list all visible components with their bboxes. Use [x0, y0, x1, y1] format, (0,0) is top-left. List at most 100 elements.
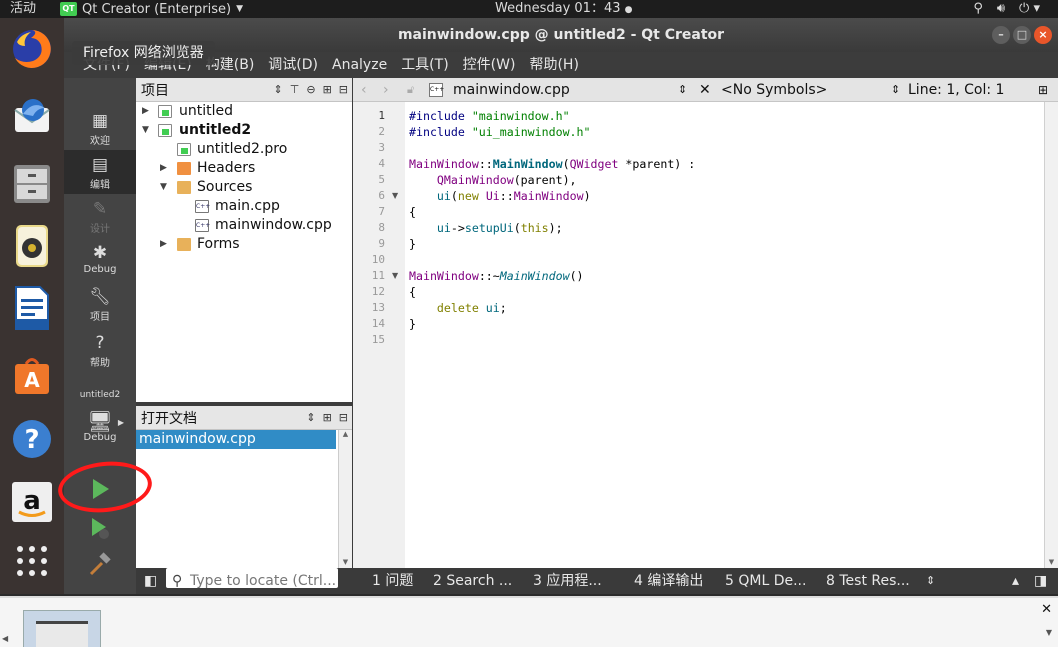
maximize-button[interactable]: □ [1013, 26, 1031, 44]
scroll-down-icon[interactable]: ▼ [1046, 628, 1052, 637]
mode-welcome[interactable]: ▦ 欢迎 [64, 106, 136, 150]
back-arrow-icon[interactable]: ‹ [361, 78, 367, 102]
clock[interactable]: Wednesday 01：43 ● [495, 0, 632, 19]
dock: A ? a [0, 18, 64, 594]
toggle-output-icon[interactable]: ◨ [1034, 568, 1047, 594]
app-grid-icon[interactable] [9, 538, 55, 584]
help-icon[interactable]: ? [9, 416, 55, 462]
debug-run-icon [92, 518, 109, 539]
split-icon[interactable]: ⊞ [323, 78, 332, 102]
tree-item-pro-file[interactable]: untitled2.pro [136, 140, 352, 159]
tree-item-sources[interactable]: ▼ Sources [136, 178, 352, 197]
mode-projects[interactable]: 🔧︎ 项目 [64, 282, 136, 326]
top-panel: 活动 QT Qt Creator (Enterprise) ▼ Wednesda… [0, 0, 1058, 18]
mode-debug[interactable]: ✱ Debug [64, 238, 136, 282]
fold-marker-icon[interactable]: ▼ [392, 188, 398, 204]
fold-marker-icon[interactable]: ▼ [392, 268, 398, 284]
amazon-icon[interactable]: a [9, 479, 55, 525]
build-button[interactable] [64, 552, 136, 586]
writer-icon[interactable] [9, 285, 55, 331]
code-line: } [409, 237, 416, 251]
close-panel-icon[interactable]: ⊟ [339, 78, 348, 102]
compile-output-tab[interactable]: 4 编译输出 [634, 568, 703, 594]
headers-folder-icon [177, 162, 191, 175]
menu-help[interactable]: 帮助(H) [522, 52, 585, 78]
toggle-sidebar-icon[interactable]: ◧ [144, 568, 157, 594]
minimize-button[interactable]: – [992, 26, 1010, 44]
issues-tab[interactable]: 1 问题 [372, 568, 413, 594]
system-tray[interactable]: ⚲ 🔊︎ ⏻ ▾ [973, 0, 1040, 18]
editor-toolbar: ‹ › 🔓︎ C++ mainwindow.cpp ⇕ ✕ <No Symbol… [353, 78, 1058, 102]
updown-icon[interactable]: ⇕ [274, 78, 283, 102]
updown-icon[interactable]: ⇕ [306, 406, 315, 430]
kit-selector[interactable]: 🖥︎ Debug ▶ [64, 406, 136, 452]
menu-analyze[interactable]: Analyze [325, 52, 394, 78]
expand-arrow-icon[interactable]: ▶ [160, 235, 170, 254]
tree-item-forms[interactable]: ▶ Forms [136, 235, 352, 254]
firefox-icon[interactable] [9, 26, 55, 72]
editor-scrollbar[interactable]: ▼ [1044, 102, 1058, 568]
project-panel-header: 项目 ⇕ ⊤ ⊖ ⊞ ⊟ [136, 78, 352, 102]
application-output-tab[interactable]: 3 应用程... [533, 568, 602, 594]
collapse-arrow-icon[interactable]: ▼ [142, 121, 152, 140]
project-panel-title[interactable]: 项目 [141, 80, 169, 100]
editor-filename[interactable]: mainwindow.cpp [453, 78, 570, 102]
window-thumbnail[interactable] [23, 610, 101, 647]
updown-icon[interactable]: ⇕ [926, 568, 935, 594]
forward-arrow-icon[interactable]: › [383, 78, 389, 102]
tree-item-untitled2[interactable]: ▼ untitled2 [136, 121, 352, 140]
cpp-file-icon: C++ [195, 219, 210, 232]
tree-item-main-cpp[interactable]: C++ main.cpp [136, 197, 352, 216]
expand-arrow-icon[interactable]: ▶ [142, 102, 152, 121]
thunderbird-icon[interactable] [9, 94, 55, 140]
tree-item-untitled[interactable]: ▶ untitled [136, 102, 352, 121]
open-documents-title[interactable]: 打开文档 [141, 408, 197, 428]
rhythmbox-icon[interactable] [9, 223, 55, 269]
tree-item-headers[interactable]: ▶ Headers [136, 159, 352, 178]
split-icon[interactable]: ⊞ [323, 406, 332, 430]
link-icon[interactable]: ⊖ [306, 78, 315, 102]
tree-item-mainwindow-cpp[interactable]: C++ mainwindow.cpp [136, 216, 352, 235]
app-menu[interactable]: QT Qt Creator (Enterprise) ▼ [60, 0, 243, 18]
updown-icon[interactable]: ⇕ [678, 78, 687, 102]
cpp-file-icon: C++ [429, 83, 444, 97]
qt-creator-window: mainwindow.cpp @ untitled2 - Qt Creator … [64, 18, 1058, 594]
menu-widgets[interactable]: 控件(W) [456, 52, 523, 78]
search-results-tab[interactable]: 2 Search ... [433, 568, 512, 594]
scroll-left-icon[interactable]: ◀ [2, 634, 8, 643]
expand-arrow-icon[interactable]: ▶ [160, 159, 170, 178]
code-line: } [409, 317, 416, 331]
collapse-arrow-icon[interactable]: ▼ [160, 178, 170, 197]
debug-run-button[interactable] [64, 516, 136, 550]
mode-design[interactable]: ✎ 设计 [64, 194, 136, 238]
code-line: QMainWindow(parent), [436, 173, 577, 187]
open-document-item[interactable]: mainwindow.cpp [136, 430, 336, 449]
close-icon[interactable]: ✕ [1041, 602, 1052, 617]
code-editor[interactable]: 1 2 3 4 5 6 7 8 9 10 11 12 13 14 15 ▼ ▼ … [353, 102, 1058, 568]
qml-debugger-tab[interactable]: 5 QML De... [725, 568, 806, 594]
mode-edit[interactable]: ▤ 编辑 [64, 150, 136, 194]
dock-tooltip: Firefox 网络浏览器 [72, 41, 215, 65]
test-results-tab[interactable]: 8 Test Res... [826, 568, 910, 594]
split-editor-icon[interactable]: ⊞ [1038, 78, 1048, 102]
locator-input[interactable]: ⚲ Type to locate (Ctrl... [166, 568, 338, 589]
activities-button[interactable]: 活动 [10, 0, 36, 18]
maximize-output-icon[interactable]: ▴ [1012, 568, 1019, 594]
close-button[interactable]: × [1034, 26, 1052, 44]
code-line: ui->setupUi(this); [436, 221, 563, 235]
menu-tools[interactable]: 工具(T) [394, 52, 455, 78]
software-icon[interactable]: A [9, 352, 55, 398]
cursor-position[interactable]: Line: 1, Col: 1 [908, 78, 1004, 102]
documents-scrollbar[interactable]: ▲ ▼ [338, 430, 352, 568]
mode-help[interactable]: ? 帮助 [64, 328, 136, 372]
close-document-icon[interactable]: ✕ [699, 78, 711, 102]
symbols-dropdown[interactable]: <No Symbols> [721, 78, 827, 102]
filter-icon[interactable]: ⊤ [290, 78, 300, 102]
menu-debug[interactable]: 调试(D) [261, 52, 325, 78]
svg-text:A: A [24, 368, 40, 392]
project-panel: 项目 ⇕ ⊤ ⊖ ⊞ ⊟ ▶ untitled ▼ untitled2 unti… [136, 78, 352, 402]
close-panel-icon[interactable]: ⊟ [339, 406, 348, 430]
updown-icon[interactable]: ⇕ [891, 78, 900, 102]
workspace-strip: ✕ ▼ ◀ [0, 596, 1058, 647]
files-icon[interactable] [9, 161, 55, 207]
